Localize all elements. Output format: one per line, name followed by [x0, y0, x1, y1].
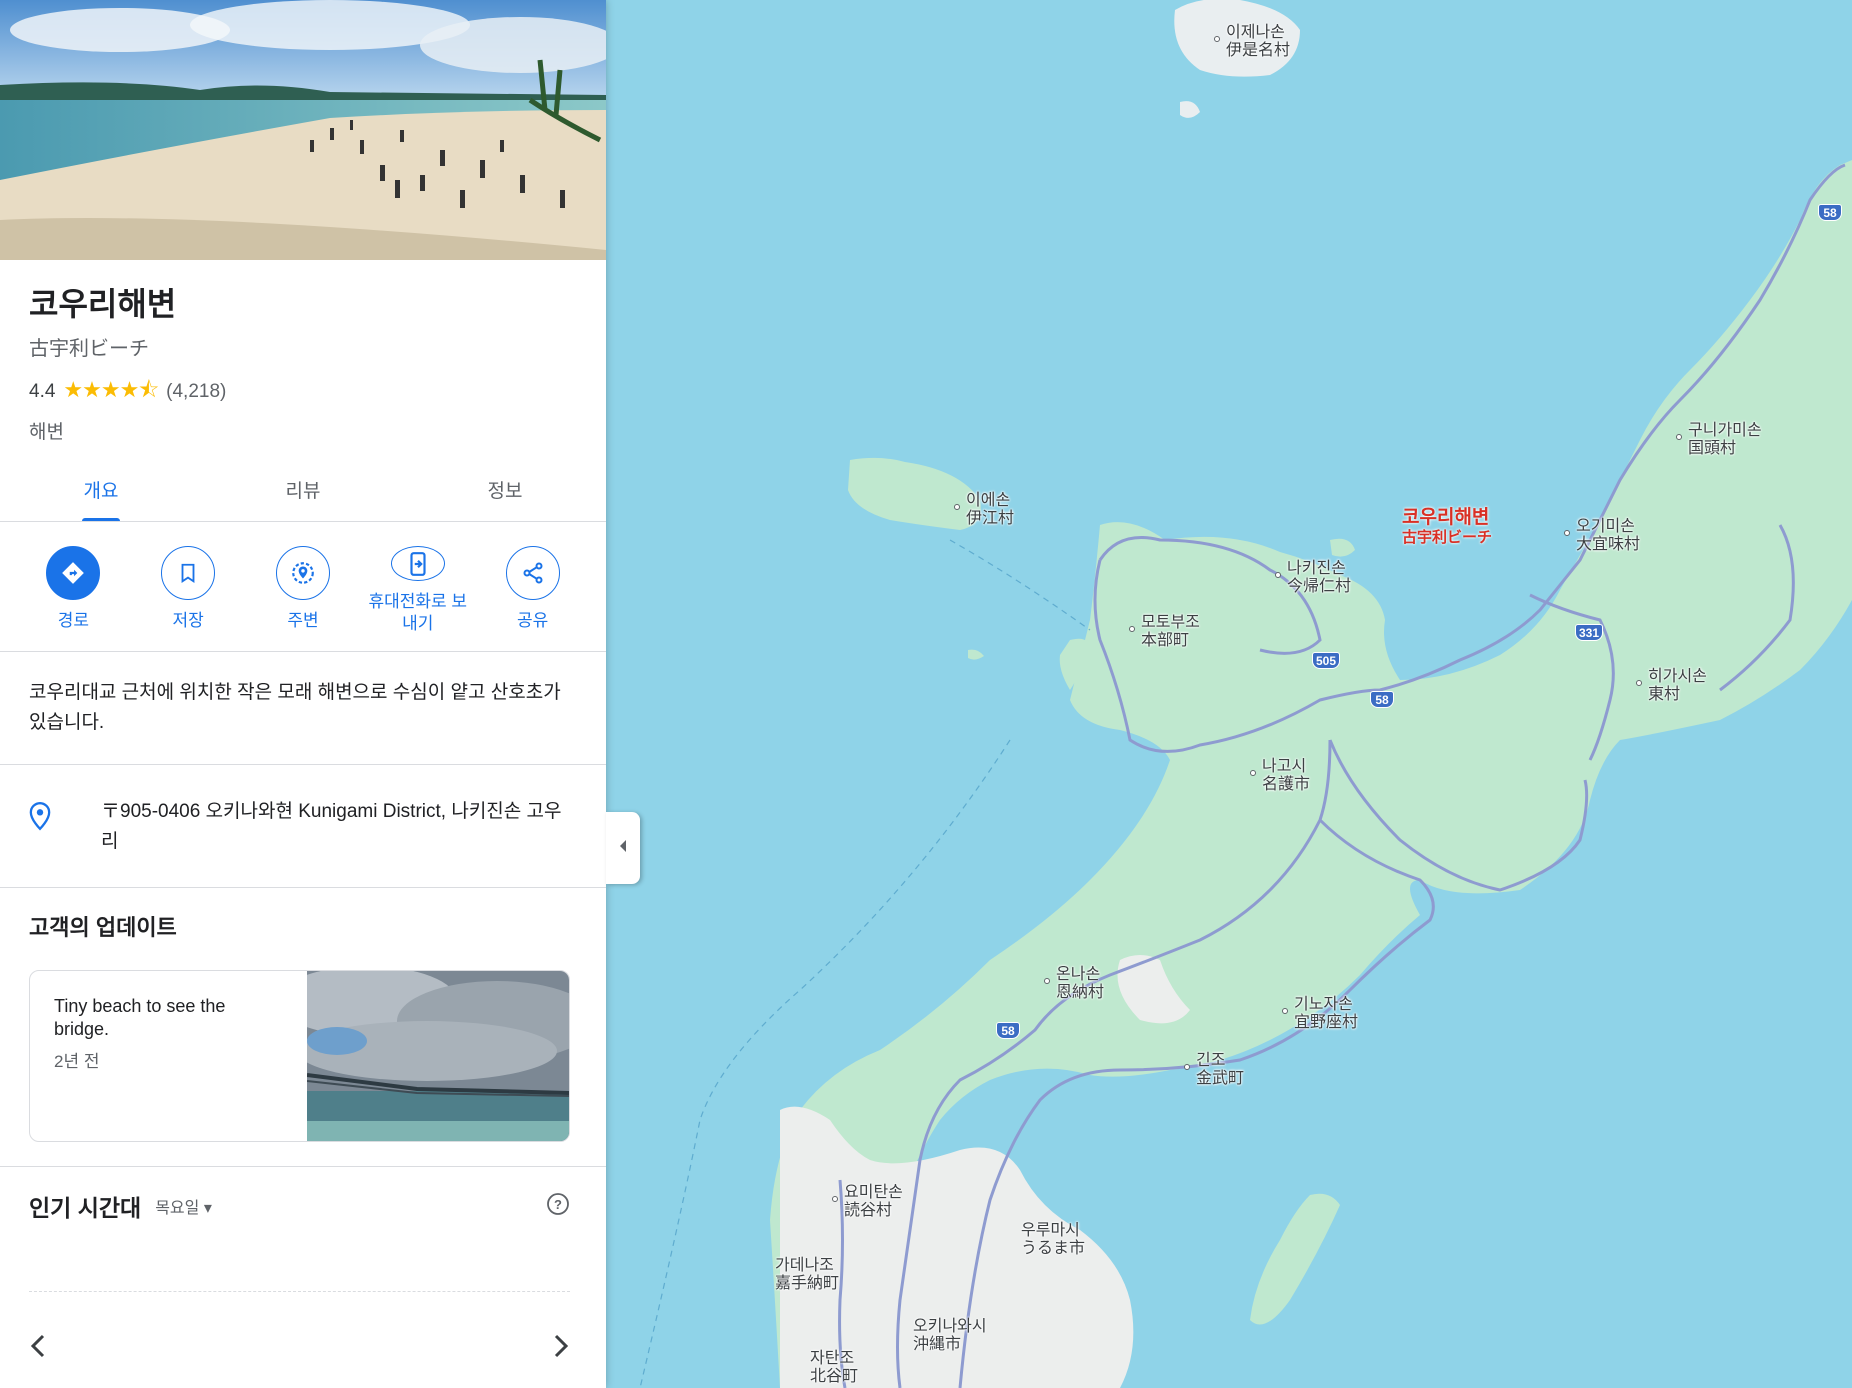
beach-photo [0, 0, 606, 260]
directions-icon [62, 562, 85, 584]
place-label-motobu[interactable]: 모토부조 本部町 [1129, 614, 1200, 650]
popular-times-title: 인기 시간대 [29, 1195, 142, 1221]
marker-label[interactable]: 코우리해변 古宇利ビーチ [1402, 508, 1492, 548]
update-card[interactable]: Tiny beach to see the bridge. 2년 전 [29, 970, 570, 1142]
tab-about[interactable]: 정보 [404, 466, 606, 521]
place-category[interactable]: 해변 [29, 417, 570, 444]
updates-title: 고객의 업데이트 [29, 915, 177, 940]
chart-baseline [29, 1291, 570, 1292]
review-count[interactable]: (4,218) [166, 381, 226, 403]
directions-button[interactable]: 경로 [18, 546, 128, 635]
share-button[interactable]: 공유 [478, 546, 588, 635]
place-label-onna[interactable]: 온나손 恩納村 [1044, 966, 1104, 1002]
rating-row[interactable]: 4.4 ★★★★⯪ (4,218) [29, 373, 570, 411]
route-shield: 58 [996, 1022, 1020, 1039]
place-label-nago[interactable]: 나고시 名護市 [1250, 758, 1310, 794]
caret-down-icon: ▾ [203, 1200, 212, 1217]
place-label-okinawa-city[interactable]: 오키나와시 沖縄市 [913, 1318, 987, 1354]
place-label-kin[interactable]: 긴조 金武町 [1184, 1052, 1244, 1088]
place-label-chatan[interactable]: 자탄조 北谷町 [810, 1350, 858, 1386]
place-label-izena[interactable]: 이제나손 伊是名村 [1214, 24, 1290, 60]
day-dropdown[interactable]: 목요일 ▾ [155, 1194, 212, 1218]
svg-text:?: ? [554, 1197, 562, 1212]
address-text: 〒905-0406 오키나와현 Kunigami District, 나키진손 … [101, 801, 562, 852]
chevron-left-icon[interactable] [29, 1332, 49, 1365]
place-label-kadena[interactable]: 가데나조 嘉手納町 [775, 1257, 839, 1293]
share-icon [523, 562, 543, 584]
rating-stars-icon: ★★★★⯪ [63, 377, 159, 402]
popular-times-section: 인기 시간대 목요일 ▾ ? [0, 1167, 606, 1365]
place-details-panel: 코우리해변 古宇利ビーチ 4.4 ★★★★⯪ (4,218) 해변 개요 리뷰 … [0, 0, 606, 1388]
place-label-ie[interactable]: 이에손 伊江村 [954, 492, 1014, 528]
google-maps-app: 이제나손 伊是名村 이에손 伊江村 나키진손 今帰仁村 모토부조 本部町 나고시 名護市 … [0, 0, 1852, 1388]
nearby-button[interactable]: 주변 [248, 546, 358, 635]
place-label-kunigami[interactable]: 구니가미손 国頭村 [1676, 422, 1762, 458]
place-label-higashi[interactable]: 히가시손 東村 [1636, 668, 1707, 704]
route-shield: 331 [1575, 624, 1604, 641]
place-alt-name: 古宇利ビーチ [29, 338, 149, 360]
caret-left-icon [618, 839, 628, 858]
update-photo[interactable] [277, 971, 569, 1141]
place-hero-photo[interactable] [0, 0, 606, 260]
place-label-ginoza[interactable]: 기노자손 宜野座村 [1282, 996, 1358, 1032]
place-label-ogimi[interactable]: 오기미손 大宜味村 [1564, 518, 1640, 554]
send-to-phone-icon [410, 551, 426, 576]
place-label-uruma[interactable]: 우루마시 うるま市 [1021, 1222, 1085, 1258]
location-pin-outline-icon [29, 802, 51, 831]
place-label-nakijin[interactable]: 나키진손 今帰仁村 [1275, 560, 1351, 596]
save-button[interactable]: 저장 [133, 546, 243, 635]
help-icon[interactable]: ? [546, 1192, 570, 1221]
address-row[interactable]: 〒905-0406 오키나와현 Kunigami District, 나키진손 … [0, 765, 606, 888]
update-text: Tiny beach to see the bridge. [54, 996, 226, 1039]
bridge-photo [277, 971, 569, 1141]
place-title: 코우리해변 [29, 286, 177, 322]
tab-overview[interactable]: 개요 [0, 466, 202, 521]
bookmark-icon [181, 563, 195, 583]
customer-updates-section: 고객의 업데이트 Tiny beach to see the bridge. 2… [0, 888, 606, 1167]
send-to-phone-button[interactable]: 휴대전화로 보내기 [363, 546, 473, 635]
nearby-icon [292, 562, 314, 584]
action-buttons: 경로 저장 주변 휴대전화로 보내기 공유 [0, 522, 606, 652]
place-description: 코우리대교 근처에 위치한 작은 모래 해변으로 수심이 얕고 산호초가 있습니… [0, 652, 606, 765]
tab-bar: 개요 리뷰 정보 [0, 466, 606, 522]
collapse-panel-button[interactable] [606, 812, 640, 884]
chevron-right-icon[interactable] [550, 1332, 570, 1365]
place-label-yomitan[interactable]: 요미탄손 読谷村 [832, 1184, 903, 1220]
tab-reviews[interactable]: 리뷰 [202, 466, 404, 521]
update-time: 2년 전 [54, 1052, 100, 1071]
rating-value: 4.4 [29, 381, 56, 402]
route-shield: 58 [1370, 691, 1394, 708]
route-shield: 58 [1818, 204, 1842, 221]
route-shield: 505 [1312, 652, 1341, 669]
